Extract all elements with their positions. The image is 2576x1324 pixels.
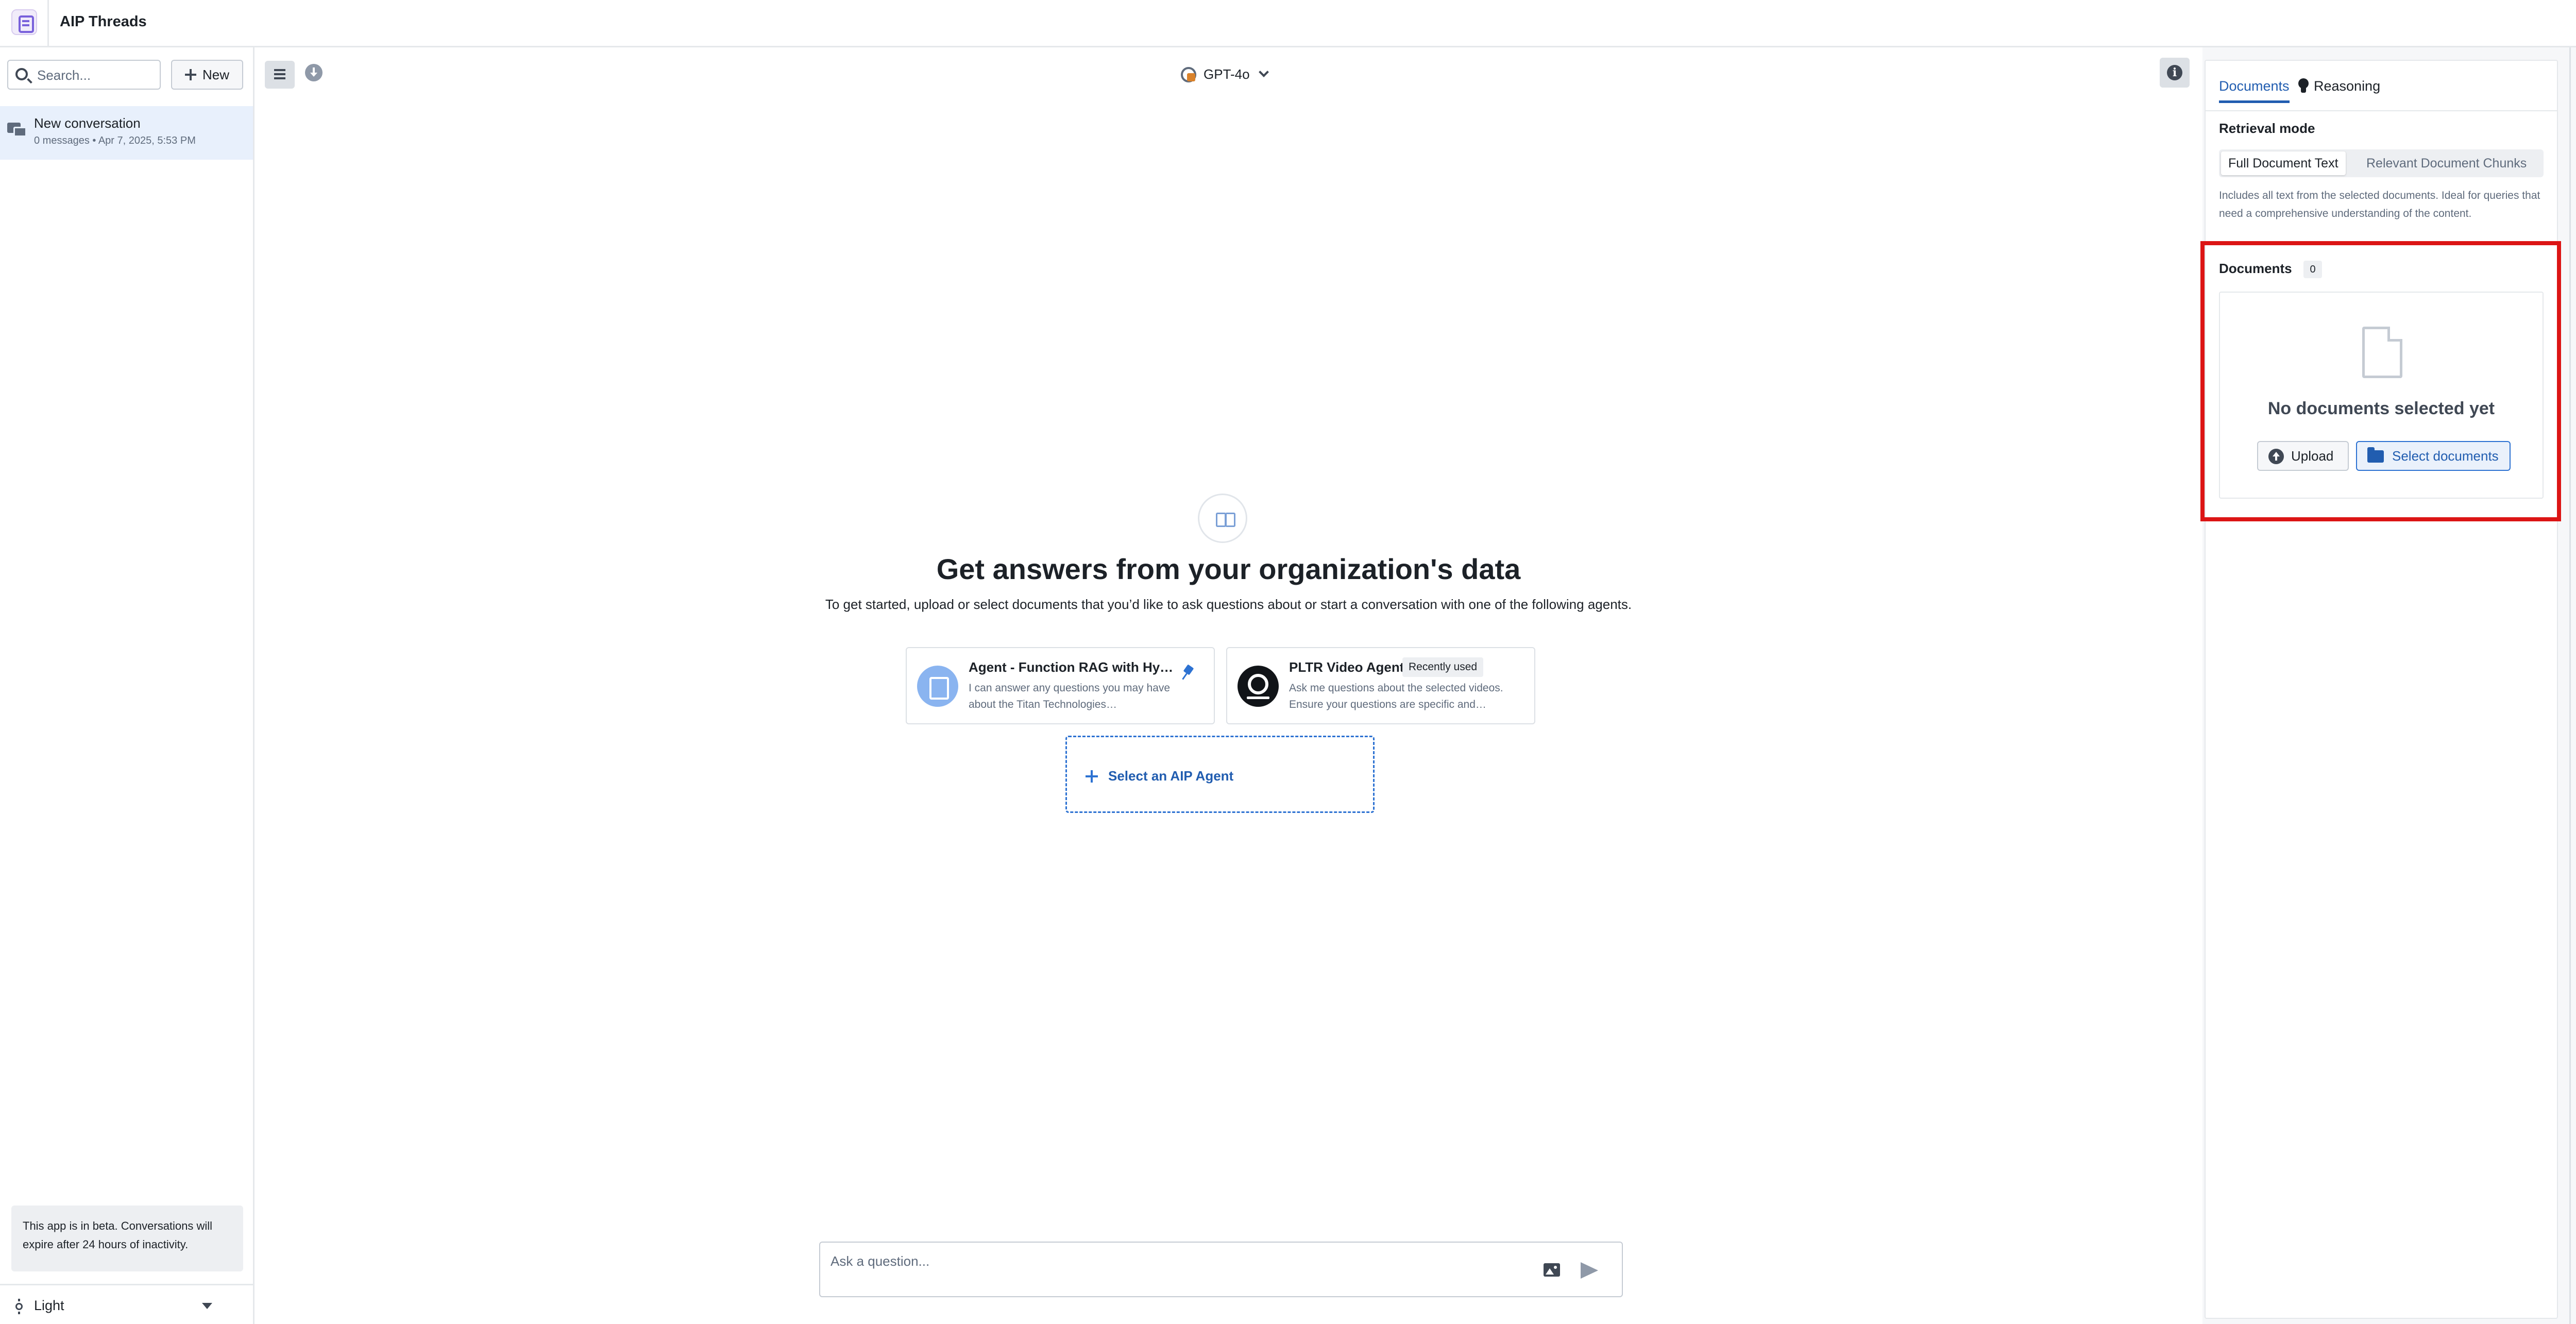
recently-used-tag: Recently used (1402, 657, 1484, 677)
theme-selector[interactable]: Light (0, 1284, 253, 1324)
image-attach-icon[interactable] (1544, 1263, 1560, 1277)
documents-count-badge: 0 (2303, 261, 2322, 278)
tab-reasoning-label: Reasoning (2314, 78, 2381, 94)
select-documents-button[interactable]: Select documents (2356, 441, 2511, 471)
search-input[interactable] (37, 66, 156, 84)
relevant-chunks-option[interactable]: Relevant Document Chunks (2359, 151, 2534, 175)
upload-label: Upload (2291, 448, 2334, 464)
question-composer[interactable] (819, 1242, 1623, 1297)
new-conversation-button[interactable]: New (171, 60, 243, 90)
app-title: AIP Threads (60, 13, 147, 30)
caret-down-icon (202, 1303, 212, 1309)
documents-empty-state: No documents selected yet Upload Select … (2219, 292, 2544, 499)
agent-description: Ask me questions about the selected vide… (1289, 682, 1503, 710)
chat-bubbles-icon (7, 123, 27, 138)
beta-note: This app is in beta. Conversations will … (11, 1206, 243, 1271)
full-document-text-option[interactable]: Full Document Text (2221, 151, 2346, 175)
divider (2206, 110, 2557, 111)
search-icon (15, 68, 28, 80)
page-title: Get answers from your organization's dat… (936, 553, 1521, 585)
pin-icon[interactable] (1182, 666, 1195, 681)
agent-hero-icon (1198, 494, 1247, 543)
new-button-label: New (202, 66, 229, 82)
page-subtitle: To get started, upload or select documen… (825, 597, 1632, 612)
conversation-list-toggle-button[interactable] (265, 61, 295, 89)
agent-description: I can answer any questions you may have … (969, 682, 1171, 710)
search-box[interactable] (7, 60, 161, 90)
select-documents-label: Select documents (2392, 448, 2499, 464)
sidebar: New New conversation 0 messages • Apr 7,… (0, 47, 255, 1324)
upload-button[interactable]: Upload (2257, 441, 2349, 471)
theme-label: Light (34, 1298, 64, 1313)
info-toggle-button[interactable] (2160, 58, 2190, 88)
select-agent-label: Select an AIP Agent (1108, 768, 1234, 784)
agent-avatar (1238, 666, 1279, 707)
agent-avatar (917, 666, 958, 707)
model-icon (1180, 66, 1196, 82)
right-panel: Documents Reasoning Retrieval mode Full … (2200, 47, 2576, 1324)
download-icon[interactable] (305, 64, 323, 81)
model-selector[interactable]: GPT-4o (1180, 63, 1269, 86)
model-name: GPT-4o (1204, 66, 1250, 82)
agent-card-pltr-video[interactable]: PLTR Video Agent Recently used Ask me qu… (1226, 647, 1535, 724)
tab-reasoning[interactable]: Reasoning (2298, 78, 2380, 103)
folder-open-icon (2367, 447, 2384, 463)
conversation-meta: 0 messages • Apr 7, 2025, 5:53 PM (34, 135, 196, 146)
select-aip-agent-button[interactable]: Select an AIP Agent (1065, 736, 1375, 813)
scrollbar-edge (2569, 47, 2571, 1324)
retrieval-mode-toggle: Full Document Text Relevant Document Chu… (2219, 149, 2544, 177)
top-bar: AIP Threads (0, 0, 2576, 47)
agent-name: Agent - Function RAG with Hy… (969, 659, 1174, 675)
plus-icon (1086, 770, 1098, 783)
main-area: GPT-4o Get answers from your organizatio… (255, 47, 2202, 1324)
empty-state-text: No documents selected yet (2267, 399, 2495, 418)
divider (47, 0, 49, 47)
agent-card-function-rag[interactable]: Agent - Function RAG with Hy… I can answ… (906, 647, 1215, 724)
upload-icon (2268, 449, 2284, 464)
conversation-item[interactable]: New conversation 0 messages • Apr 7, 202… (0, 106, 253, 160)
tab-documents[interactable]: Documents (2219, 78, 2290, 103)
chevron-down-icon (1258, 67, 1269, 77)
question-input[interactable] (831, 1252, 1500, 1270)
lightbulb-icon (2298, 78, 2309, 94)
app-logo-icon (11, 9, 37, 35)
send-icon[interactable] (1581, 1262, 1598, 1279)
conversation-title: New conversation (34, 115, 141, 131)
retrieval-mode-description: Includes all text from the selected docu… (2219, 190, 2540, 219)
document-icon (2362, 327, 2402, 378)
plus-icon (184, 69, 196, 80)
sun-icon (11, 1299, 27, 1314)
retrieval-mode-label: Retrieval mode (2219, 121, 2315, 136)
agent-name: PLTR Video Agent (1289, 659, 1404, 675)
documents-label: Documents (2219, 261, 2292, 276)
documents-panel: Documents Reasoning Retrieval mode Full … (2200, 60, 2561, 1319)
